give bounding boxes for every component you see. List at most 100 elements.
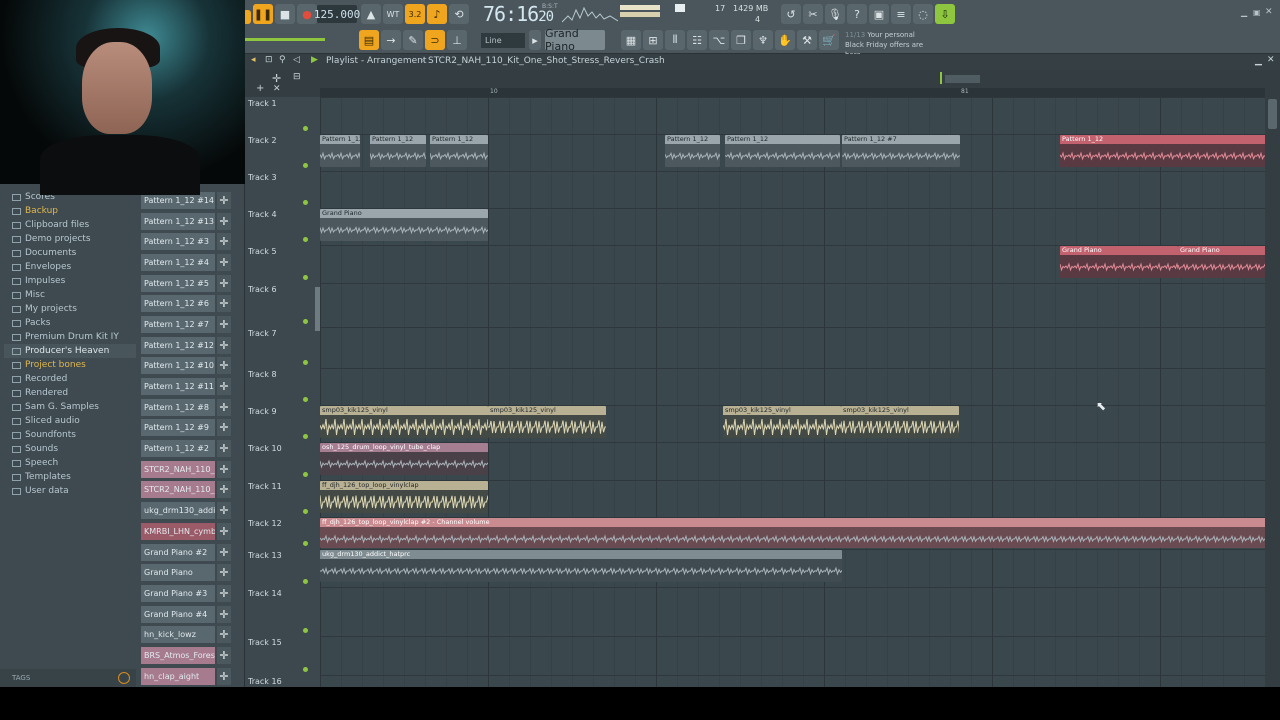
- playlist-minimize-icon[interactable]: ▁: [1255, 56, 1262, 66]
- browser-item[interactable]: Producer's Heaven: [4, 344, 136, 358]
- browser-item[interactable]: Recorded: [4, 372, 136, 386]
- track-mute-led[interactable]: [303, 628, 308, 633]
- browser-item[interactable]: Documents: [4, 246, 136, 260]
- track-mute-led[interactable]: [303, 541, 308, 546]
- channel-row[interactable]: Grand Piano #2 ✛: [141, 542, 233, 563]
- playlist-ruler[interactable]: ✛ ⊟ + ✕ 10 81: [245, 70, 1280, 97]
- channel-row[interactable]: STCR2_NAH_110_Kit_✛: [141, 459, 233, 480]
- undo-icon[interactable]: ↺: [781, 4, 801, 24]
- channel-label[interactable]: Pattern 1_12 #13: [141, 212, 215, 230]
- mixer-view-icon[interactable]: ⫴: [665, 30, 685, 50]
- playlist-clip[interactable]: Pattern 1_12: [725, 135, 840, 167]
- playlist-clip[interactable]: osh_125_drum_loop_vinyl_tube_clap: [320, 443, 488, 475]
- channel-row[interactable]: Pattern 1_12 #8 ✛: [141, 397, 233, 418]
- browser-item[interactable]: Sam G. Samples: [4, 400, 136, 414]
- magnet-icon[interactable]: ⊡: [265, 55, 273, 65]
- save-icon[interactable]: ▣: [869, 4, 889, 24]
- channel-label[interactable]: Pattern 1_12 #4: [141, 253, 215, 271]
- channel-row[interactable]: STCR2_NAH_110_Kit_✛: [141, 480, 233, 501]
- search-icon[interactable]: [118, 672, 130, 684]
- metronome-icon[interactable]: ▲: [361, 4, 381, 24]
- channel-row[interactable]: Pattern 1_12 #13 ✛: [141, 211, 233, 232]
- track-mute-led[interactable]: [303, 126, 308, 131]
- channel-label[interactable]: Pattern 1_12 #7: [141, 315, 215, 333]
- playlist-grid[interactable]: [320, 97, 1265, 687]
- track-header[interactable]: Track 4: [245, 210, 315, 242]
- playhead-marker[interactable]: [940, 72, 942, 84]
- track-mute-led[interactable]: [303, 667, 308, 672]
- channel-row[interactable]: hn_kick_lowz ✛: [141, 624, 233, 645]
- channel-label[interactable]: Grand Piano #3: [141, 584, 215, 602]
- channel-move-icon[interactable]: ✛: [217, 564, 231, 582]
- vertical-scroll-thumb[interactable]: [1268, 99, 1277, 129]
- channel-move-icon[interactable]: ✛: [217, 626, 231, 644]
- channel-row[interactable]: Grand Piano #4 ✛: [141, 604, 233, 625]
- channel-row[interactable]: Pattern 1_12 #11 ✛: [141, 376, 233, 397]
- browser-item[interactable]: Clipboard files: [4, 218, 136, 232]
- channel-row[interactable]: BRS_Atmos_Forest_E✛: [141, 645, 233, 666]
- playlist-clip[interactable]: Pattern 1_12: [370, 135, 426, 167]
- track-mute-led[interactable]: [303, 360, 308, 365]
- window-minimize-icon[interactable]: ▁: [1241, 8, 1247, 17]
- playlist-clip[interactable]: Pattern 1_12: [1060, 135, 1266, 167]
- channel-row[interactable]: Pattern 1_12 #9 ✛: [141, 418, 233, 439]
- browser-item[interactable]: Sliced audio: [4, 414, 136, 428]
- channel-move-icon[interactable]: ✛: [217, 398, 231, 416]
- add-track-icon[interactable]: +: [256, 83, 264, 94]
- channel-move-icon[interactable]: ✛: [217, 336, 231, 354]
- cart-icon[interactable]: 🛒: [819, 30, 839, 50]
- track-mute-led[interactable]: [303, 472, 308, 477]
- track-header[interactable]: Track 12: [245, 519, 315, 546]
- touch-icon[interactable]: ✋: [775, 30, 795, 50]
- browser-item[interactable]: My projects: [4, 302, 136, 316]
- piano-roll-icon[interactable]: ▦: [621, 30, 641, 50]
- channel-row[interactable]: Pattern 1_12 #12 ✛: [141, 335, 233, 356]
- tempo-display[interactable]: 125.000: [314, 5, 360, 23]
- playlist-clip[interactable]: Grand Piano: [320, 209, 488, 241]
- track-header[interactable]: Track 15: [245, 638, 315, 672]
- channel-move-icon[interactable]: ✛: [217, 357, 231, 375]
- stamp-icon[interactable]: ⊥: [447, 30, 467, 50]
- channel-row[interactable]: Pattern 1_12 #2 ✛: [141, 438, 233, 459]
- browser-item[interactable]: User data: [4, 484, 136, 498]
- playlist-clip[interactable]: Pattern 1_12: [320, 135, 360, 167]
- channel-move-icon[interactable]: ✛: [217, 315, 231, 333]
- mic-icon[interactable]: 🎙: [825, 4, 845, 24]
- track-header[interactable]: Track 8: [245, 370, 315, 402]
- playlist-clip[interactable]: smp03_kik125_vinyl: [723, 406, 841, 438]
- track-header[interactable]: Track 10: [245, 444, 315, 477]
- channel-move-icon[interactable]: ✛: [217, 295, 231, 313]
- pattern-picker-icon[interactable]: ⊟: [293, 72, 301, 82]
- track-header[interactable]: Track 3: [245, 173, 315, 205]
- cut-icon[interactable]: ✂: [803, 4, 823, 24]
- browser-item[interactable]: Project bones: [4, 358, 136, 372]
- browser-item[interactable]: Envelopes: [4, 260, 136, 274]
- channel-row[interactable]: KMRBI_LHN_cymbal_✛: [141, 521, 233, 542]
- track-mute-led[interactable]: [303, 163, 308, 168]
- stop-button[interactable]: ■: [275, 4, 295, 24]
- channel-move-icon[interactable]: ✛: [217, 646, 231, 664]
- track-mute-led[interactable]: [303, 237, 308, 242]
- track-mute-led[interactable]: [303, 200, 308, 205]
- channel-label[interactable]: KMRBI_LHN_cymbal_: [141, 522, 215, 540]
- channel-move-icon[interactable]: ✛: [217, 378, 231, 396]
- channel-move-icon[interactable]: ✛: [217, 522, 231, 540]
- channel-row[interactable]: hn_clap_aight ✛: [141, 666, 233, 687]
- browser-item[interactable]: Soundfonts: [4, 428, 136, 442]
- browser-item[interactable]: Backup: [4, 204, 136, 218]
- countdown-icon[interactable]: 3.2: [405, 4, 425, 24]
- channel-row[interactable]: Pattern 1_12 #4 ✛: [141, 252, 233, 273]
- track-mute-led[interactable]: [303, 397, 308, 402]
- track-header[interactable]: Track 6: [245, 285, 315, 324]
- tree-icon[interactable]: ⌥: [709, 30, 729, 50]
- browser-item[interactable]: Templates: [4, 470, 136, 484]
- help-icon[interactable]: ?: [847, 4, 867, 24]
- mixer-icon[interactable]: ≡: [891, 4, 911, 24]
- channel-label[interactable]: Pattern 1_12 #9: [141, 419, 215, 437]
- track-header[interactable]: Track 14: [245, 589, 315, 633]
- magnet-snap-icon[interactable]: ⊃: [425, 30, 445, 50]
- instrument-arrow-icon[interactable]: ▸: [529, 30, 541, 50]
- browser-item[interactable]: Sounds: [4, 442, 136, 456]
- instrument-select[interactable]: Grand Piano: [545, 27, 605, 53]
- snap-select[interactable]: Line: [481, 33, 525, 48]
